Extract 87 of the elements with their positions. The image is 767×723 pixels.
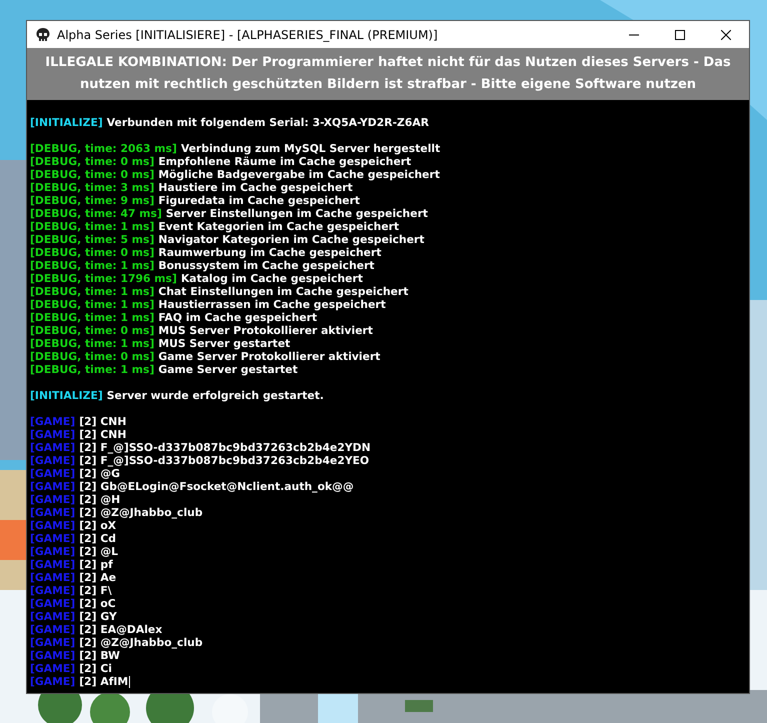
log-tag: [GAME] bbox=[30, 467, 76, 480]
log-message: Chat Einstellungen im Cache gespeichert bbox=[158, 285, 408, 298]
log-message: [2] @H bbox=[79, 493, 120, 506]
log-message: Katalog im Cache gespeichert bbox=[180, 272, 363, 285]
log-message: [2] Gb@ELogin@Fsocket@Nclient.auth_ok@@ bbox=[79, 480, 354, 493]
log-message: Verbunden mit folgendem Serial: 3-XQ5A-YD2R-Z6AR bbox=[106, 116, 429, 129]
log-message: [2] CNH bbox=[79, 415, 126, 428]
log-tag: [DEBUG, time: 1 ms] bbox=[30, 363, 154, 376]
log-tag: [DEBUG, time: 1 ms] bbox=[30, 220, 154, 233]
log-message: [2] BW bbox=[79, 649, 120, 662]
log-message: [2] EA@DAlex bbox=[79, 623, 162, 636]
log-tag: [DEBUG, time: 5 ms] bbox=[30, 233, 154, 246]
log-tag: [GAME] bbox=[30, 415, 76, 428]
log-tag: [DEBUG, time: 0 ms] bbox=[30, 350, 154, 363]
log-message: MUS Server gestartet bbox=[158, 337, 290, 350]
log-message: [2] Ae bbox=[79, 571, 116, 584]
log-message: Event Kategorien im Cache gespeichert bbox=[158, 220, 400, 233]
log-tag: [DEBUG, time: 0 ms] bbox=[30, 324, 154, 337]
log-message: Server Einstellungen im Cache gespeichert bbox=[166, 207, 428, 220]
log-message: Bonussystem im Cache gespeichert bbox=[158, 259, 374, 272]
log-tag: [GAME] bbox=[30, 454, 76, 467]
log-tag: [DEBUG, time: 1 ms] bbox=[30, 259, 154, 272]
log-tag: [DEBUG, time: 3 ms] bbox=[30, 181, 154, 194]
log-message: [2] @Z@Jhabbo_club bbox=[79, 636, 203, 649]
log-tag: [DEBUG, time: 0 ms] bbox=[30, 155, 154, 168]
log-message: [2] AfIM bbox=[79, 675, 128, 688]
log-message: Mögliche Badgevergabe im Cache gespeichert bbox=[158, 168, 440, 181]
log-message: [2] Cd bbox=[79, 532, 116, 545]
log-tag: [DEBUG, time: 9 ms] bbox=[30, 194, 154, 207]
log-tag: [GAME] bbox=[30, 636, 76, 649]
log-tag: [GAME] bbox=[30, 493, 76, 506]
log-message: Figuredata im Cache gespeichert bbox=[158, 194, 360, 207]
log-message: Raumwerbung im Cache gespeichert bbox=[158, 246, 382, 259]
log-tag: [GAME] bbox=[30, 545, 76, 558]
log-message: MUS Server Protokollierer aktiviert bbox=[158, 324, 373, 337]
log-tag: [GAME] bbox=[30, 610, 76, 623]
log-tag: [GAME] bbox=[30, 558, 76, 571]
log-message: [2] F_@]SSO-d337b087bc9bd37263cb2b4e2YEO bbox=[79, 454, 370, 467]
log-tag: [INITIALIZE] bbox=[30, 389, 103, 402]
log-message: [2] F\ bbox=[79, 584, 112, 597]
log-tag: [GAME] bbox=[30, 519, 76, 532]
window-title: Alpha Series [INITIALISIERE] - [ALPHASERIES_FINAL (PREMIUM)] bbox=[57, 28, 439, 42]
log-message: Game Server gestartet bbox=[158, 363, 298, 376]
skull-icon bbox=[35, 26, 51, 42]
log-message: [2] F_@]SSO-d337b087bc9bd37263cb2b4e2YDN bbox=[79, 441, 371, 454]
log-message: [2] @Z@Jhabbo_club bbox=[79, 506, 203, 519]
log-tag: [DEBUG, time: 1 ms] bbox=[30, 298, 154, 311]
log-tag: [GAME] bbox=[30, 675, 76, 688]
log-tag: [DEBUG, time: 2063 ms] bbox=[30, 142, 177, 155]
log-tag: [GAME] bbox=[30, 623, 76, 636]
maximize-icon bbox=[675, 30, 685, 40]
log-tag: [DEBUG, time: 47 ms] bbox=[30, 207, 162, 220]
log-tag: [GAME] bbox=[30, 571, 76, 584]
log-tag: [DEBUG, time: 1796 ms] bbox=[30, 272, 177, 285]
log-message: Haustierrassen im Cache gespeichert bbox=[158, 298, 386, 311]
log-message: [2] Ci bbox=[79, 662, 112, 675]
log-message: Game Server Protokollierer aktiviert bbox=[158, 350, 380, 363]
close-icon bbox=[721, 30, 731, 40]
log-message: Server wurde erfolgreich gestartet. bbox=[106, 389, 324, 402]
log-tag: [GAME] bbox=[30, 597, 76, 610]
log-tag: [GAME] bbox=[30, 662, 76, 675]
log-message: [2] oX bbox=[79, 519, 116, 532]
log-tag: [DEBUG, time: 0 ms] bbox=[30, 168, 154, 181]
log-tag: [DEBUG, time: 1 ms] bbox=[30, 311, 154, 324]
log-tag: [GAME] bbox=[30, 428, 76, 441]
log-message: [2] @G bbox=[79, 467, 120, 480]
log-tag: [GAME] bbox=[30, 584, 76, 597]
log-tag: [GAME] bbox=[30, 532, 76, 545]
log-tag: [GAME] bbox=[30, 649, 76, 662]
log-tag: [INITIALIZE] bbox=[30, 116, 103, 129]
log-tag: [DEBUG, time: 1 ms] bbox=[30, 337, 154, 350]
log-tag: [DEBUG, time: 0 ms] bbox=[30, 246, 154, 259]
log-message: [2] CNH bbox=[79, 428, 126, 441]
log-tag: [GAME] bbox=[30, 506, 76, 519]
log-tag: [GAME] bbox=[30, 480, 76, 493]
log-tag: [GAME] bbox=[30, 441, 76, 454]
log-message: Verbindung zum MySQL Server hergestellt bbox=[180, 142, 440, 155]
log-message: [2] GY bbox=[79, 610, 117, 623]
log-message: Navigator Kategorien im Cache gespeichert bbox=[158, 233, 424, 246]
log-message: [2] oC bbox=[79, 597, 116, 610]
log-message: [2] pf bbox=[79, 558, 113, 571]
warning-banner: ILLEGALE KOMBINATION: Der Programmierer haftet nicht für das Nutzen dieses Servers - Das nutzen mit rechtlich geschützten Bildern ist strafbar - Bitte eigene Software nutzen bbox=[27, 48, 749, 100]
log-message: [2] @L bbox=[79, 545, 118, 558]
log-message: Empfohlene Räume im Cache gespeichert bbox=[158, 155, 412, 168]
log-tag: [DEBUG, time: 1 ms] bbox=[30, 285, 154, 298]
log-message: FAQ im Cache gespeichert bbox=[158, 311, 318, 324]
log-message: Haustiere im Cache gespeichert bbox=[158, 181, 353, 194]
